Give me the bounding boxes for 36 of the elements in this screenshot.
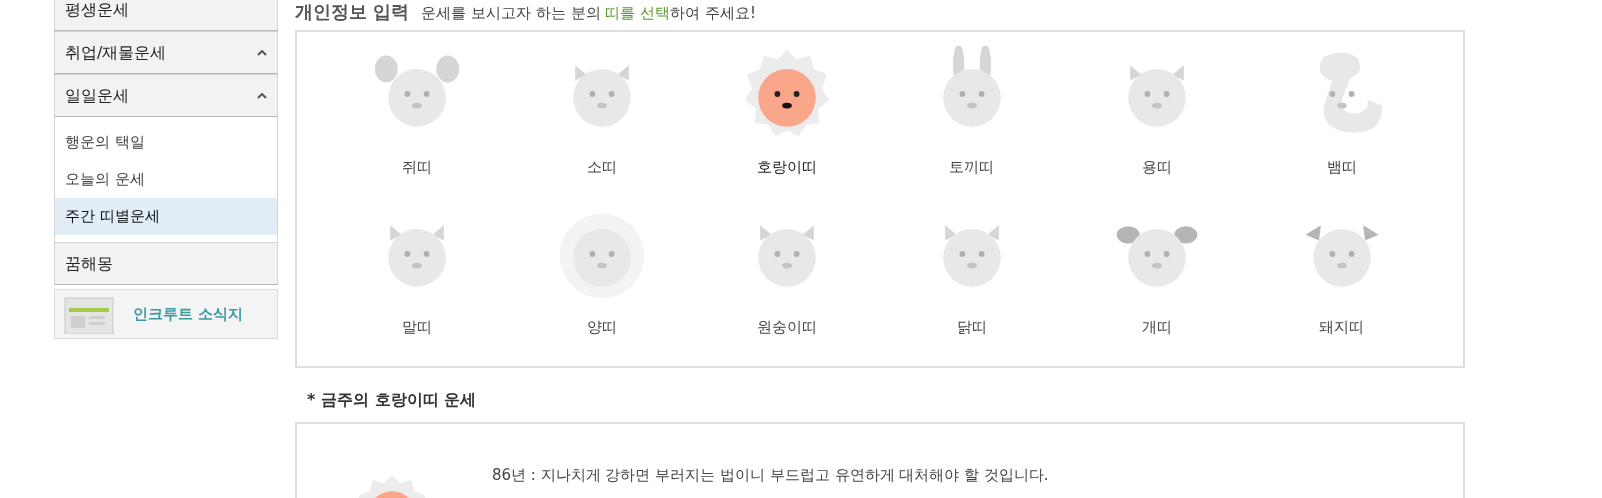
zodiac-option[interactable]: 개띠 bbox=[1064, 206, 1249, 366]
zodiac-option[interactable]: 뱀띠 bbox=[1249, 46, 1434, 206]
zodiac-label: 뱀띠 bbox=[1326, 157, 1357, 178]
zodiac-label: 호랑이띠 bbox=[756, 157, 817, 178]
zodiac-label: 닭띠 bbox=[956, 317, 987, 338]
zodiac-label: 원숭이띠 bbox=[756, 317, 817, 338]
zodiac-label: 용띠 bbox=[1141, 157, 1172, 178]
fortune-text: 86년 : 지나치게 강하면 부러지는 법이니 부드럽고 유연하게 대처해야 할 것입니다. bbox=[492, 465, 1049, 486]
section-title: 개인정보 입력 bbox=[295, 0, 410, 24]
zodiac-option[interactable]: 호랑이띠 bbox=[694, 46, 879, 206]
sidebar-menu-item[interactable]: 꿈해몽 bbox=[54, 242, 278, 285]
sidebar-subitem[interactable]: 오늘의 운세 bbox=[55, 161, 277, 198]
sidebar-subitem[interactable]: 주간 띠별운세 bbox=[55, 198, 277, 235]
zodiac-label: 돼지띠 bbox=[1319, 317, 1364, 338]
sidebar-menu-item[interactable]: 평생운세 bbox=[54, 0, 278, 31]
zodiac-label: 양띠 bbox=[586, 317, 617, 338]
sidebar-subitem[interactable]: 행운의 택일 bbox=[55, 124, 277, 161]
zodiac-option[interactable]: 닭띠 bbox=[879, 206, 1064, 366]
zodiac-option[interactable]: 소띠 bbox=[509, 46, 694, 206]
zodiac-option[interactable]: 양띠 bbox=[509, 206, 694, 366]
zodiac-label: 토끼띠 bbox=[949, 157, 994, 178]
zodiac-option[interactable]: 원숭이띠 bbox=[694, 206, 879, 366]
instruction-text: 운세를 보시고자 하는 분의 띠를 선택하여 주세요! bbox=[421, 3, 756, 24]
zodiac-option[interactable]: 쥐띠 bbox=[324, 46, 509, 206]
zodiac-option[interactable]: 돼지띠 bbox=[1249, 206, 1434, 366]
fortune-heading: * 금주의 호랑이띠 운세 bbox=[307, 389, 478, 411]
zodiac-label: 말띠 bbox=[401, 317, 432, 338]
zodiac-label: 쥐띠 bbox=[401, 157, 432, 178]
sidebar-menu-item[interactable]: 취업/재물운세 bbox=[54, 31, 278, 74]
banner-title: 인크루트 소식지 bbox=[133, 303, 244, 325]
zodiac-option[interactable]: 용띠 bbox=[1064, 46, 1249, 206]
zodiac-option[interactable]: 토끼띠 bbox=[879, 46, 1064, 206]
zodiac-label: 개띠 bbox=[1141, 317, 1172, 338]
zodiac-option[interactable]: 말띠 bbox=[324, 206, 509, 366]
zodiac-label: 소띠 bbox=[586, 157, 617, 178]
sidebar-menu-item[interactable]: 일일운세 bbox=[54, 74, 278, 117]
